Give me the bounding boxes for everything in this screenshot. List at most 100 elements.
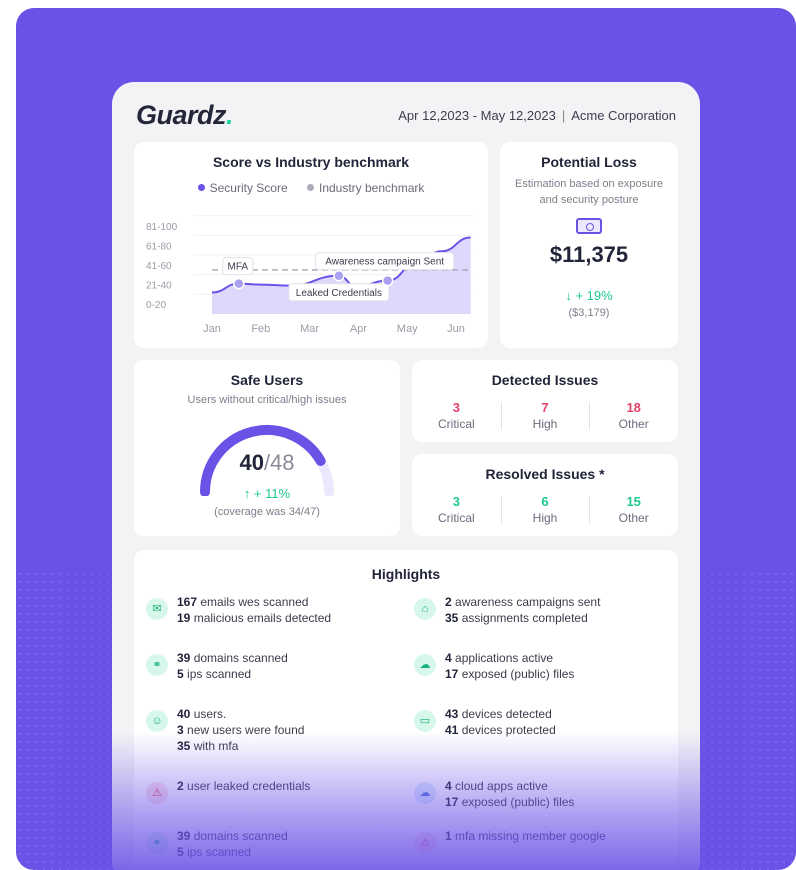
monitor-icon: ▭ bbox=[414, 710, 436, 732]
y-tick-label: 81-100 bbox=[146, 222, 178, 233]
link-icon: ⚭ bbox=[146, 832, 168, 854]
annotation-marker bbox=[381, 274, 394, 287]
highlight-line: 4 cloud apps active bbox=[445, 779, 548, 793]
highlight-line: 17 exposed (public) files bbox=[445, 795, 575, 809]
highlight-line: 17 exposed (public) files bbox=[445, 667, 575, 681]
resolved-critical: 3 Critical bbox=[438, 494, 475, 525]
money-icon bbox=[576, 218, 602, 234]
detected-issues-title: Detected Issues bbox=[491, 372, 599, 388]
highlight-item: ▭ 43 devices detected 41 devices protected bbox=[414, 706, 556, 738]
highlight-item: ✉ 167 emails wes scanned 19 malicious emai… bbox=[146, 594, 331, 626]
highlight-text: 2 awareness campaigns sent 35 assignments… bbox=[445, 594, 600, 626]
highlight-line: 2 user leaked credentials bbox=[177, 779, 311, 793]
resolved-issues-card: Resolved Issues * 3 Critical 6 High 15 Othe… bbox=[412, 454, 678, 536]
safe-users-subtitle: Users without critical/high issues bbox=[187, 394, 347, 406]
highlight-item: ⚭ 39 domains scanned 5 ips scanned bbox=[146, 650, 288, 682]
highlight-text: 39 domains scanned 5 ips scanned bbox=[177, 828, 288, 860]
highlights-card: Highlights ✉ 167 emails wes scanned 19 mal… bbox=[134, 550, 678, 870]
potential-loss-subtitle: Estimation based on exposure and securit… bbox=[515, 178, 663, 206]
x-tick-label: Feb bbox=[251, 323, 270, 335]
detected-other: 18 Other bbox=[589, 400, 678, 431]
highlight-line: 40 users. bbox=[177, 707, 227, 721]
safe-users-delta: ↑ + 11% bbox=[243, 486, 291, 501]
highlight-line: 43 devices detected bbox=[445, 707, 552, 721]
highlight-item: ⚠ 1 mfa missing member google bbox=[414, 828, 606, 854]
x-tick-label: Mar bbox=[300, 323, 319, 335]
graduation-cap-icon: ⌂ bbox=[414, 598, 436, 620]
highlight-text: 167 emails wes scanned 19 malicious email… bbox=[177, 594, 331, 626]
highlight-text: 1 mfa missing member google bbox=[445, 828, 606, 844]
highlight-line: 1 mfa missing member google bbox=[445, 829, 606, 843]
mail-icon: ✉ bbox=[146, 598, 168, 620]
resolved-high: 6 High bbox=[500, 494, 590, 525]
highlight-line: 41 devices protected bbox=[445, 723, 556, 737]
highlight-item: ⚭ 39 domains scanned 5 ips scanned bbox=[146, 828, 288, 860]
cloud-icon: ☁ bbox=[414, 654, 436, 676]
resolved-issues-title: Resolved Issues * bbox=[485, 466, 605, 482]
highlight-line: 5 ips scanned bbox=[177, 667, 252, 681]
highlight-item: ☁ 4 cloud apps active 17 exposed (public) … bbox=[414, 778, 574, 810]
detected-high: 7 High bbox=[500, 400, 590, 431]
highlight-text: 2 user leaked credentials bbox=[177, 778, 310, 794]
resolved-issues-stats: 3 Critical 6 High 15 Other bbox=[412, 494, 678, 525]
highlight-text: 43 devices detected 41 devices protected bbox=[445, 706, 556, 738]
meta-separator: | bbox=[561, 107, 566, 123]
potential-loss-title: Potential Loss bbox=[541, 154, 637, 170]
highlight-line: 35 assignments completed bbox=[445, 611, 588, 625]
y-tick-label: 41-60 bbox=[146, 261, 172, 272]
potential-loss-delta-amount: ($3,179) bbox=[568, 307, 610, 319]
annotation-label: MFA bbox=[228, 262, 249, 273]
potential-loss-amount: $11,375 bbox=[549, 242, 629, 267]
annotation-label: Awareness campaign Sent bbox=[325, 257, 444, 268]
potential-loss-card: Potential Loss Estimation based on expos… bbox=[500, 142, 678, 348]
background-frame: Guardz. Apr 12,2023 - May 12,2023 | Acme… bbox=[16, 8, 796, 870]
highlight-text: 39 domains scanned 5 ips scanned bbox=[177, 650, 288, 682]
company-name: Acme Corporation bbox=[571, 107, 676, 123]
highlight-text: 4 cloud apps active 17 exposed (public) f… bbox=[445, 778, 574, 810]
link-icon: ⚭ bbox=[146, 654, 168, 676]
highlight-line: 39 domains scanned bbox=[177, 829, 288, 843]
highlight-item: ☺ 40 users. 3 new users were found 35 with … bbox=[146, 706, 304, 754]
user-icon: ☺ bbox=[146, 710, 168, 732]
score-chart: 0-20 21-40 41-60 61-80 81-100 Jan Feb Mar Apr May… bbox=[146, 215, 474, 335]
detected-issues-stats: 3 Critical 7 High 18 Other bbox=[412, 400, 678, 431]
score-benchmark-card: Score vs Industry benchmark Security Sco… bbox=[134, 142, 488, 348]
highlight-item: ⌂ 2 awareness campaigns sent 35 assignment… bbox=[414, 594, 600, 626]
annotation-marker bbox=[333, 270, 345, 282]
highlight-line: 39 domains scanned bbox=[177, 651, 288, 665]
highlight-line: 4 applications active bbox=[445, 651, 554, 665]
highlight-item: ☁ 4 applications active 17 exposed (public… bbox=[414, 650, 574, 682]
safe-users-coverage: (coverage was 34/47) bbox=[214, 506, 320, 518]
x-tick-label: Jan bbox=[203, 323, 221, 335]
safe-users-card: Safe Users Users without critical/high i… bbox=[134, 360, 400, 536]
highlight-line: 35 with mfa bbox=[177, 739, 239, 753]
annotation-marker bbox=[233, 277, 245, 290]
date-range: Apr 12,2023 - May 12,2023 bbox=[398, 107, 556, 123]
resolved-other: 15 Other bbox=[589, 494, 678, 525]
y-tick-label: 61-80 bbox=[146, 241, 172, 252]
report-header: Guardz. Apr 12,2023 - May 12,2023 | Acme… bbox=[136, 100, 676, 130]
highlight-item: ⚠ 2 user leaked credentials bbox=[146, 778, 310, 804]
x-tick-label: Jun bbox=[447, 323, 465, 335]
warning-icon: ⚠ bbox=[146, 782, 168, 804]
highlight-line: 5 ips scanned bbox=[177, 845, 252, 859]
report-panel: Guardz. Apr 12,2023 - May 12,2023 | Acme… bbox=[112, 82, 700, 870]
safe-users-title: Safe Users bbox=[230, 372, 304, 388]
detected-issues-card: Detected Issues 3 Critical 7 High 18 Other bbox=[412, 360, 678, 442]
cloud-icon: ☁ bbox=[414, 782, 436, 804]
highlight-text: 4 applications active 17 exposed (public)… bbox=[445, 650, 574, 682]
highlight-line: 2 awareness campaigns sent bbox=[445, 595, 601, 609]
report-meta: Apr 12,2023 - May 12,2023 | Acme Corpora… bbox=[398, 108, 676, 123]
safe-users-value: 40/48 bbox=[239, 450, 295, 475]
highlight-text: 40 users. 3 new users were found 35 with m… bbox=[177, 706, 304, 754]
highlights-title: Highlights bbox=[371, 566, 441, 582]
highlight-line: 3 new users were found bbox=[177, 723, 305, 737]
warning-icon: ⚠ bbox=[414, 832, 436, 854]
detected-critical: 3 Critical bbox=[438, 400, 475, 431]
x-tick-label: May bbox=[397, 323, 418, 335]
annotation-label: Leaked Credentials bbox=[296, 288, 382, 299]
guardz-logo: Guardz. bbox=[136, 99, 234, 130]
y-tick-label: 21-40 bbox=[146, 281, 172, 292]
highlight-line: 19 malicious emails detected bbox=[177, 611, 332, 625]
highlight-line: 167 emails wes scanned bbox=[177, 595, 309, 609]
